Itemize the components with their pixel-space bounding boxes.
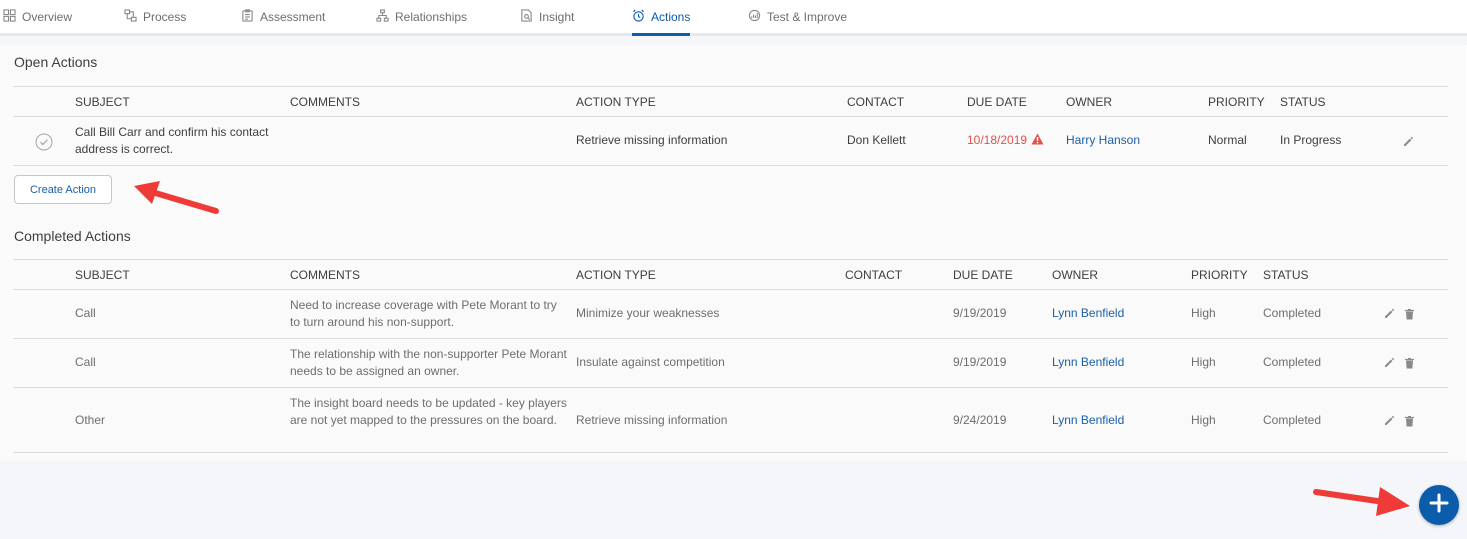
- subject-cell: Call: [75, 306, 96, 320]
- due-date-cell: 9/24/2019: [953, 413, 1007, 427]
- table-row[interactable]: Call Bill Carr and confirm his contact a…: [13, 117, 1448, 166]
- column-header[interactable]: DUE DATE: [967, 87, 1027, 118]
- tab-insight[interactable]: Insight: [520, 0, 574, 33]
- due-date-cell: 9/19/2019: [953, 306, 1007, 320]
- tab-test-improve[interactable]: Test & Improve: [748, 0, 847, 33]
- create-action-button[interactable]: Create Action: [14, 175, 112, 204]
- column-header[interactable]: PRIORITY: [1208, 87, 1265, 118]
- tab-label: Insight: [539, 9, 575, 24]
- insight-icon: [520, 8, 533, 25]
- due-date-cell: 10/18/2019: [967, 132, 1044, 150]
- trash-icon[interactable]: [1402, 356, 1416, 370]
- column-header[interactable]: COMMENTS: [290, 260, 360, 291]
- column-header[interactable]: CONTACT: [847, 87, 904, 118]
- table-header: SUBJECT COMMENTS ACTION TYPE CONTACT DUE…: [13, 259, 1448, 290]
- alarm-clock-icon: [632, 9, 645, 25]
- action-type-cell: Insulate against competition: [576, 355, 725, 369]
- priority-cell: High: [1191, 413, 1216, 427]
- tab-overview[interactable]: Overview: [3, 0, 72, 33]
- contact-cell: Don Kellett: [847, 133, 906, 147]
- tab-label: Test & Improve: [767, 9, 848, 24]
- tab-label: Assessment: [260, 9, 326, 24]
- owner-link[interactable]: Lynn Benfield: [1052, 305, 1124, 322]
- tab-label: Overview: [22, 9, 73, 24]
- column-header[interactable]: STATUS: [1263, 260, 1309, 291]
- due-date-cell: 9/19/2019: [953, 355, 1007, 369]
- column-header[interactable]: OWNER: [1052, 260, 1098, 291]
- check-circle-icon[interactable]: [35, 133, 53, 151]
- tab-label: Process: [143, 9, 187, 24]
- subject-cell: Call: [75, 355, 96, 369]
- annotation-arrow: [1313, 487, 1410, 516]
- priority-cell: High: [1191, 306, 1216, 320]
- column-header[interactable]: STATUS: [1280, 87, 1326, 118]
- table-header: SUBJECT COMMENTS ACTION TYPE CONTACT DUE…: [13, 86, 1448, 117]
- actions-card: Open Actions SUBJECT COMMENTS ACTION TYP…: [0, 45, 1467, 461]
- test-improve-icon: [748, 9, 761, 25]
- comments-cell: Need to increase coverage with Pete Mora…: [290, 298, 557, 329]
- open-actions-title: Open Actions: [14, 54, 98, 70]
- annotation-arrow: [134, 181, 219, 214]
- owner-link[interactable]: Harry Hanson: [1066, 132, 1140, 149]
- edit-icon[interactable]: [1401, 135, 1415, 149]
- process-icon: [124, 8, 137, 25]
- owner-link[interactable]: Lynn Benfield: [1052, 354, 1124, 371]
- priority-cell: High: [1191, 355, 1216, 369]
- hierarchy-icon: [376, 8, 389, 25]
- column-header[interactable]: COMMENTS: [290, 87, 360, 118]
- subject-cell: Other: [75, 413, 106, 427]
- table-row[interactable]: Call Need to increase coverage with Pete…: [13, 290, 1448, 339]
- column-header[interactable]: ACTION TYPE: [576, 260, 656, 291]
- tab-assessment[interactable]: Assessment: [241, 0, 325, 33]
- completed-actions-title: Completed Actions: [14, 228, 131, 244]
- edit-icon[interactable]: [1382, 307, 1396, 321]
- status-cell: Completed: [1263, 306, 1322, 320]
- edit-icon[interactable]: [1382, 356, 1396, 370]
- trash-icon[interactable]: [1402, 307, 1416, 321]
- edit-icon[interactable]: [1382, 414, 1396, 428]
- column-header[interactable]: SUBJECT: [75, 87, 130, 118]
- priority-cell: Normal: [1208, 133, 1247, 147]
- status-cell: Completed: [1263, 413, 1322, 427]
- column-header[interactable]: SUBJECT: [75, 260, 130, 291]
- tab-actions[interactable]: Actions: [632, 0, 690, 36]
- action-type-cell: Retrieve missing information: [576, 133, 728, 147]
- tab-label: Actions: [651, 9, 691, 24]
- comments-cell: The relationship with the non-supporter …: [290, 347, 567, 378]
- trash-icon[interactable]: [1402, 414, 1416, 428]
- plus-icon: [1429, 493, 1449, 518]
- action-type-cell: Retrieve missing information: [576, 413, 728, 427]
- action-type-cell: Minimize your weaknesses: [576, 306, 720, 320]
- status-cell: In Progress: [1280, 133, 1342, 147]
- warning-icon: [1031, 133, 1044, 150]
- table-row[interactable]: Other The insight board needs to be upda…: [13, 388, 1448, 453]
- subject-cell: Call Bill Carr and confirm his contact a…: [75, 125, 269, 156]
- due-date-value: 10/18/2019: [967, 133, 1028, 147]
- clipboard-icon: [241, 8, 254, 25]
- status-cell: Completed: [1263, 355, 1322, 369]
- column-header[interactable]: CONTACT: [845, 260, 902, 291]
- column-header[interactable]: OWNER: [1066, 87, 1112, 118]
- column-header[interactable]: ACTION TYPE: [576, 87, 656, 118]
- grid-icon: [3, 8, 16, 25]
- comments-cell: The insight board needs to be updated - …: [290, 396, 567, 427]
- tab-process[interactable]: Process: [124, 0, 186, 33]
- tab-label: Relationships: [395, 9, 468, 24]
- tab-relationships[interactable]: Relationships: [376, 0, 467, 33]
- column-header[interactable]: PRIORITY: [1191, 260, 1248, 291]
- table-row[interactable]: Call The relationship with the non-suppo…: [13, 339, 1448, 388]
- add-action-fab[interactable]: [1419, 485, 1459, 525]
- owner-link[interactable]: Lynn Benfield: [1052, 412, 1124, 429]
- tab-bar: Overview Process Assessment Relationship…: [0, 0, 1467, 36]
- column-header[interactable]: DUE DATE: [953, 260, 1013, 291]
